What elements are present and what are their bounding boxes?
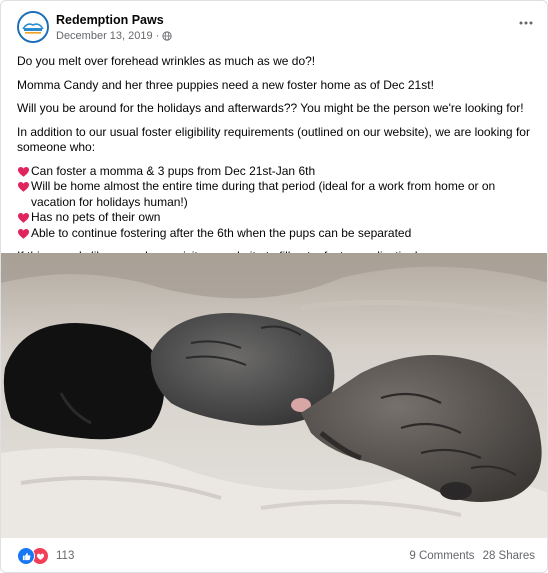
comments-link[interactable]: 9 Comments	[409, 550, 474, 562]
post-header: Redemption Paws December 13, 2019 ·	[1, 1, 547, 49]
facebook-post: Redemption Paws December 13, 2019 · Do y…	[0, 0, 548, 573]
red-heart-emoji-icon	[17, 212, 30, 223]
list-item: Able to continue fostering after the 6th…	[17, 226, 533, 242]
post-meta: December 13, 2019 ·	[56, 30, 172, 42]
red-heart-emoji-icon	[17, 166, 30, 177]
post-footer: 113 9 Comments 28 Shares	[1, 538, 547, 572]
list-item: Can foster a momma & 3 pups from Dec 21s…	[17, 164, 533, 180]
page-avatar[interactable]	[17, 11, 49, 43]
globe-icon[interactable]	[162, 31, 172, 41]
list-item-text: Can foster a momma & 3 pups from Dec 21s…	[31, 163, 316, 178]
more-options-icon[interactable]	[515, 15, 537, 31]
puppies-photo[interactable]	[1, 253, 547, 538]
post-paragraph: Will you be around for the holidays and …	[17, 101, 524, 115]
like-reaction-icon	[17, 547, 35, 565]
post-paragraph: Do you melt over forehead wrinkles as mu…	[17, 54, 316, 68]
post-paragraph: In addition to our usual foster eligibil…	[17, 124, 530, 155]
post-date[interactable]: December 13, 2019	[56, 30, 153, 42]
post-text: Do you melt over forehead wrinkles as mu…	[17, 54, 533, 273]
reactions-summary[interactable]: 113	[17, 547, 74, 565]
shares-link[interactable]: 28 Shares	[483, 550, 535, 562]
page-name[interactable]: Redemption Paws	[56, 13, 164, 27]
list-item: Has no pets of their own	[17, 210, 533, 226]
list-item: Will be home almost the entire time duri…	[17, 179, 533, 210]
list-item-text: Will be home almost the entire time duri…	[31, 179, 496, 209]
red-heart-emoji-icon	[17, 181, 30, 192]
reaction-count: 113	[56, 550, 75, 562]
list-item-text: Able to continue fostering after the 6th…	[31, 225, 412, 240]
post-paragraph: Momma Candy and her three puppies need a…	[17, 77, 434, 92]
requirements-list: Can foster a momma & 3 pups from Dec 21s…	[17, 164, 533, 242]
red-heart-emoji-icon	[17, 228, 30, 239]
meta-separator: ·	[155, 30, 160, 42]
list-item-text: Has no pets of their own	[31, 210, 161, 224]
redemption-paws-logo-icon	[19, 13, 47, 41]
